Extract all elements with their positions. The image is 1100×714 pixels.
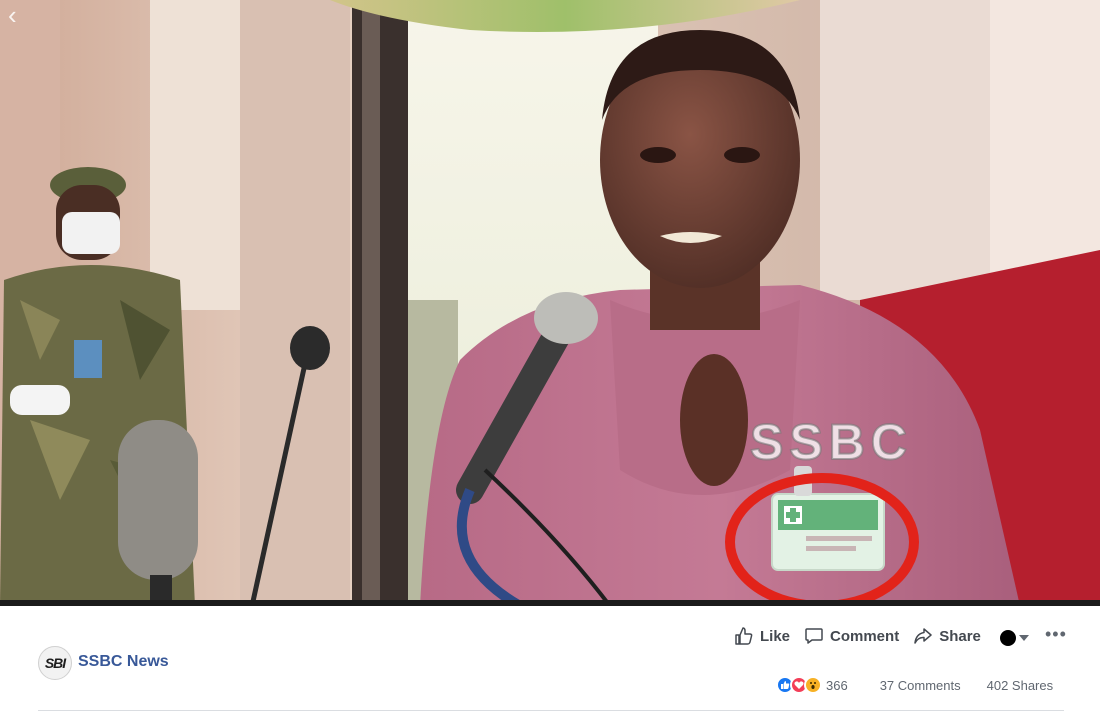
- video-frame: [0, 0, 1100, 606]
- audience-selector[interactable]: [1000, 630, 1029, 646]
- reactions-summary[interactable]: 366: [776, 676, 874, 694]
- shares-count-link[interactable]: 402 Shares: [987, 678, 1054, 693]
- page-logo-text: SBI: [44, 655, 66, 671]
- page-logo[interactable]: SBI: [38, 646, 72, 680]
- post-footer: SBI SSBC News Like Comment Share ••• 366…: [0, 606, 1100, 714]
- post-actions: Like Comment Share: [734, 626, 995, 646]
- share-button[interactable]: Share: [913, 626, 981, 646]
- like-button[interactable]: Like: [734, 626, 790, 646]
- footer-divider: [38, 710, 1064, 711]
- page-name-link[interactable]: SSBC News: [78, 653, 169, 671]
- share-arrow-icon: [914, 628, 932, 644]
- profile-dot-icon: [1000, 630, 1016, 646]
- like-label: Like: [760, 627, 791, 645]
- speech-bubble-icon: [805, 628, 823, 644]
- wow-reaction-icon: [804, 676, 822, 694]
- ssbc-watermark: SSBC: [749, 413, 913, 471]
- more-horizontal-icon[interactable]: •••: [1045, 624, 1067, 645]
- share-label: Share: [939, 627, 981, 645]
- reactions-count: 366: [826, 677, 848, 693]
- video-player[interactable]: SSBC ‹: [0, 0, 1100, 606]
- caret-down-icon: [1019, 635, 1029, 641]
- comments-count-link[interactable]: 37 Comments: [880, 678, 961, 693]
- watermark-text: SSBC: [749, 413, 913, 471]
- thumbs-up-icon: [735, 627, 753, 645]
- post-stats: 366 37 Comments 402 Shares: [776, 676, 1053, 694]
- comment-button[interactable]: Comment: [804, 626, 899, 646]
- comment-label: Comment: [830, 627, 900, 645]
- chevron-left-icon[interactable]: ‹: [8, 2, 17, 28]
